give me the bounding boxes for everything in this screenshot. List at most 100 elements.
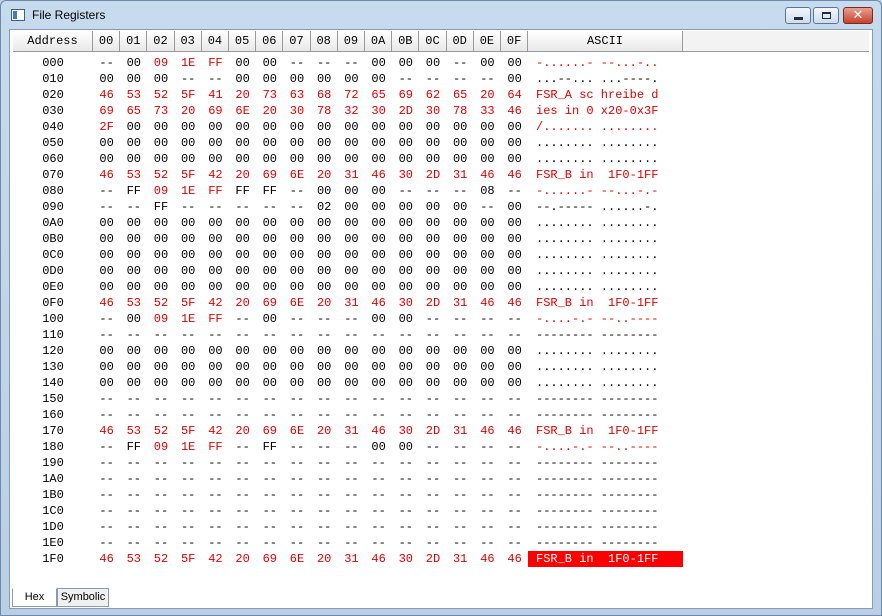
register-cell[interactable]: 08 xyxy=(474,183,501,199)
row-ascii[interactable]: ........ ........ xyxy=(528,343,683,359)
register-cell[interactable]: -- xyxy=(392,183,419,199)
register-cell[interactable]: 00 xyxy=(283,71,310,87)
register-cell[interactable]: -- xyxy=(474,535,501,551)
register-cell[interactable]: 00 xyxy=(283,359,310,375)
register-cell[interactable]: 00 xyxy=(365,135,392,151)
register-cell[interactable]: 00 xyxy=(311,359,338,375)
register-cell[interactable]: -- xyxy=(311,471,338,487)
register-cell[interactable]: 00 xyxy=(365,375,392,391)
register-cell[interactable]: -- xyxy=(338,391,365,407)
register-cell[interactable]: -- xyxy=(501,439,528,455)
register-cell[interactable]: -- xyxy=(147,455,174,471)
register-cell[interactable]: -- xyxy=(311,55,338,71)
table-row[interactable]: 040 2F 00 00 00 00 00 00 00 00 00 00 00 00 00 00 00/....… xyxy=(13,119,869,135)
register-cell[interactable]: -- xyxy=(392,519,419,535)
register-cell[interactable]: -- xyxy=(447,487,474,503)
register-cell[interactable]: 00 xyxy=(338,247,365,263)
register-cell[interactable]: 00 xyxy=(474,119,501,135)
register-cell[interactable]: -- xyxy=(175,487,202,503)
register-cell[interactable]: 00 xyxy=(147,375,174,391)
table-row[interactable]: 160 -- -- -- -- -- -- -- -- -- -- -- -- -- -- -- -- -----… xyxy=(13,407,869,423)
row-ascii[interactable]: -------- -------- xyxy=(528,503,683,519)
register-cell[interactable]: 00 xyxy=(202,215,229,231)
row-ascii[interactable]: FSR_B in 1F0-1FF xyxy=(528,167,683,183)
register-cell[interactable]: 00 xyxy=(120,375,147,391)
register-cell[interactable]: 00 xyxy=(338,119,365,135)
table-row[interactable]: 060 00 00 00 00 00 00 00 00 00 00 00 00 00 00 00 00.....… xyxy=(13,151,869,167)
register-cell[interactable]: -- xyxy=(501,391,528,407)
register-cell[interactable]: 00 xyxy=(365,215,392,231)
register-cell[interactable]: 46 xyxy=(365,167,392,183)
register-cell[interactable]: 00 xyxy=(93,231,120,247)
column-header-0c[interactable]: 0C xyxy=(419,31,447,51)
table-row[interactable]: 080 -- FF 09 1E FF FF FF -- 00 00 00 -- -- -- 08 -- -....… xyxy=(13,183,869,199)
register-cell[interactable]: 6E xyxy=(283,167,310,183)
register-cell[interactable]: 00 xyxy=(283,151,310,167)
register-cell[interactable]: -- xyxy=(229,391,256,407)
register-cell[interactable]: FF xyxy=(256,183,283,199)
maximize-button[interactable] xyxy=(813,7,839,24)
register-cell[interactable]: -- xyxy=(447,535,474,551)
register-cell[interactable]: 00 xyxy=(202,263,229,279)
register-cell[interactable]: -- xyxy=(365,391,392,407)
register-cell[interactable]: 00 xyxy=(283,375,310,391)
register-cell[interactable]: 00 xyxy=(256,247,283,263)
register-cell[interactable]: 00 xyxy=(202,247,229,263)
row-ascii[interactable]: /....... ........ xyxy=(528,119,683,135)
row-ascii[interactable]: ies in 0 x20-0x3F xyxy=(528,103,683,119)
register-cell[interactable]: 02 xyxy=(311,199,338,215)
register-cell[interactable]: 00 xyxy=(474,263,501,279)
register-cell[interactable]: 2D xyxy=(392,103,419,119)
column-header-08[interactable]: 08 xyxy=(310,31,338,51)
register-cell[interactable]: -- xyxy=(256,199,283,215)
register-cell[interactable]: 53 xyxy=(120,167,147,183)
column-header-ascii[interactable]: ASCII xyxy=(528,31,683,51)
register-cell[interactable]: -- xyxy=(120,471,147,487)
register-cell[interactable]: 20 xyxy=(311,423,338,439)
register-cell[interactable]: 00 xyxy=(93,263,120,279)
register-cell[interactable]: 00 xyxy=(120,231,147,247)
register-cell[interactable]: 00 xyxy=(229,71,256,87)
register-cell[interactable]: 00 xyxy=(365,311,392,327)
register-cell[interactable]: -- xyxy=(365,455,392,471)
register-cell[interactable]: 69 xyxy=(256,423,283,439)
register-cell[interactable]: 00 xyxy=(392,231,419,247)
register-cell[interactable]: 00 xyxy=(120,71,147,87)
register-cell[interactable]: -- xyxy=(501,471,528,487)
register-cell[interactable]: 46 xyxy=(501,167,528,183)
column-header-0b[interactable]: 0B xyxy=(392,31,420,51)
register-cell[interactable]: 72 xyxy=(338,87,365,103)
register-cell[interactable]: 00 xyxy=(392,279,419,295)
register-cell[interactable]: 00 xyxy=(338,199,365,215)
register-cell[interactable]: 00 xyxy=(365,343,392,359)
register-cell[interactable]: 00 xyxy=(229,343,256,359)
register-cell[interactable]: 53 xyxy=(120,423,147,439)
register-cell[interactable]: -- xyxy=(365,327,392,343)
register-cell[interactable]: -- xyxy=(419,471,446,487)
register-cell[interactable]: 53 xyxy=(120,87,147,103)
register-cell[interactable]: -- xyxy=(256,487,283,503)
column-header-0e[interactable]: 0E xyxy=(473,31,501,51)
register-cell[interactable]: -- xyxy=(120,407,147,423)
register-cell[interactable]: 20 xyxy=(229,87,256,103)
register-cell[interactable]: -- xyxy=(392,503,419,519)
register-cell[interactable]: 65 xyxy=(365,87,392,103)
column-header-06[interactable]: 06 xyxy=(256,31,284,51)
register-cell[interactable]: 46 xyxy=(93,87,120,103)
register-cell[interactable]: 00 xyxy=(229,151,256,167)
register-cell[interactable]: -- xyxy=(147,487,174,503)
table-row[interactable]: 120 00 00 00 00 00 00 00 00 00 00 00 00 00 00 00 00.....… xyxy=(13,343,869,359)
register-cell[interactable]: -- xyxy=(474,519,501,535)
register-cell[interactable]: 52 xyxy=(147,295,174,311)
register-cell[interactable]: -- xyxy=(93,311,120,327)
register-cell[interactable]: 00 xyxy=(311,71,338,87)
register-cell[interactable]: -- xyxy=(501,183,528,199)
register-cell[interactable]: 00 xyxy=(501,263,528,279)
register-cell[interactable]: -- xyxy=(365,407,392,423)
register-cell[interactable]: -- xyxy=(365,503,392,519)
register-cell[interactable]: -- xyxy=(93,503,120,519)
register-cell[interactable]: 46 xyxy=(365,423,392,439)
register-cell[interactable]: -- xyxy=(447,327,474,343)
register-cell[interactable]: -- xyxy=(474,471,501,487)
register-cell[interactable]: -- xyxy=(419,503,446,519)
